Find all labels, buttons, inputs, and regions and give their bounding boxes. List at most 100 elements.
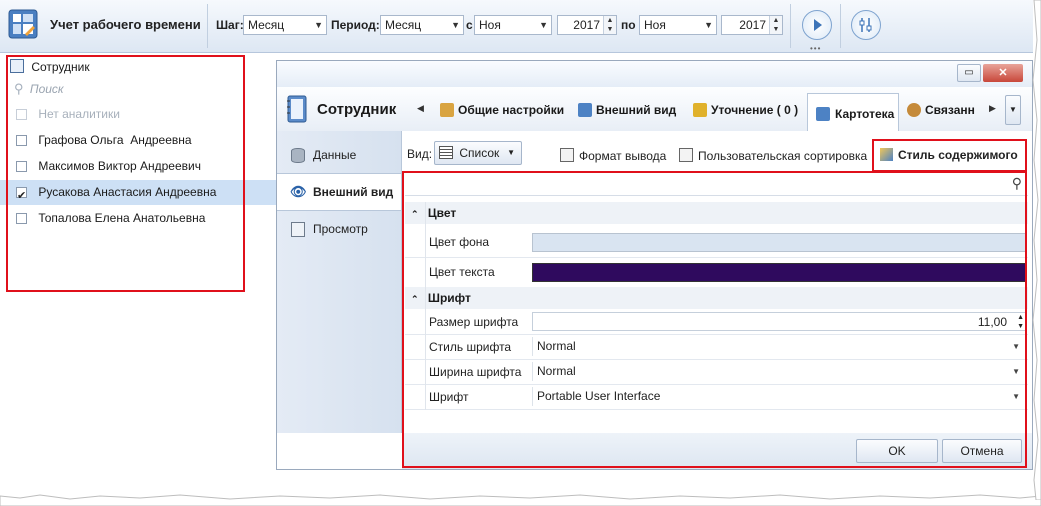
to-year-spinner[interactable]: 2017 ▲ ▼ — [721, 15, 783, 35]
list-item[interactable]: Топалова Елена Анатольевна — [0, 206, 278, 231]
from-month-value: Ноя — [479, 18, 501, 32]
grid-icon — [578, 103, 592, 117]
chevron-down-icon: ▼ — [314, 20, 323, 30]
property-grid-divider — [425, 202, 426, 410]
from-year-spinner[interactable]: 2017 ▲ ▼ — [557, 15, 617, 35]
nav-item-data[interactable]: Данные — [277, 137, 401, 173]
checkbox[interactable] — [16, 213, 27, 225]
text-color-swatch[interactable] — [532, 263, 1026, 282]
tab-label: Общие настройки — [458, 103, 565, 117]
property-label: Цвет фона — [429, 235, 490, 249]
play-button[interactable] — [802, 10, 832, 40]
property-row[interactable]: Цвет текста — [405, 258, 1028, 288]
tab-refinement[interactable]: Уточнение ( 0 ) — [693, 100, 798, 120]
format-icon — [560, 148, 574, 162]
list-view-icon — [439, 146, 453, 159]
employee-panel-header: Сотрудник — [10, 58, 90, 76]
spinner-arrows-icon[interactable]: ▲ ▼ — [1017, 313, 1024, 331]
app-title: Учет рабочего времени — [50, 17, 201, 32]
employee-panel-title: Сотрудник — [31, 60, 90, 74]
nav-item-appearance[interactable]: 👁 Внешний вид — [277, 173, 401, 211]
preview-icon — [291, 222, 305, 237]
tab-scroll-left-icon[interactable]: ◀ — [417, 103, 424, 114]
employee-name: Нет аналитики — [38, 107, 120, 121]
tab-appearance[interactable]: Внешний вид — [578, 100, 676, 120]
sort-icon — [679, 148, 693, 162]
checkbox[interactable] — [16, 109, 27, 121]
collapse-icon: ⌃ — [411, 294, 419, 304]
font-style-select[interactable]: Normal ▼ — [532, 337, 1026, 356]
property-row[interactable]: Ширина шрифта Normal ▼ — [405, 360, 1028, 385]
content-style-button[interactable]: Стиль содержимого — [880, 148, 1018, 162]
select-value: Portable User Interface — [537, 389, 661, 403]
employee-name: Максимов Виктор Андреевич — [38, 159, 201, 173]
step-label: Шаг: — [216, 18, 244, 32]
group-title: Шрифт — [427, 291, 471, 305]
period-select[interactable]: Месяц ▼ — [380, 15, 464, 35]
from-year-value: 2017 — [573, 18, 600, 32]
checkbox[interactable] — [16, 135, 27, 147]
cancel-button[interactable]: Отмена — [942, 439, 1022, 463]
property-row[interactable]: Стиль шрифта Normal ▼ — [405, 335, 1028, 360]
font-family-select[interactable]: Portable User Interface ▼ — [532, 387, 1026, 406]
property-row[interactable]: Шрифт Portable User Interface ▼ — [405, 385, 1028, 410]
toolbar-overflow-dots[interactable]: ••• — [810, 44, 821, 53]
from-label: с — [466, 18, 473, 32]
checkbox[interactable] — [16, 161, 27, 173]
checkbox-checked[interactable] — [16, 184, 27, 209]
period-select-value: Месяц — [385, 18, 422, 32]
close-button[interactable]: ✕ — [983, 64, 1023, 82]
format-output-label: Формат вывода — [579, 149, 667, 163]
property-label: Размер шрифта — [429, 315, 519, 329]
dialog-side-nav: Данные 👁 Внешний вид Просмотр — [277, 131, 402, 433]
property-row[interactable]: Размер шрифта 11,00 ▲ ▼ — [405, 310, 1028, 335]
dialog-titlebar: ▭ ✕ — [277, 61, 1032, 88]
property-row[interactable]: Цвет фона — [405, 227, 1028, 258]
nav-label: Внешний вид — [313, 185, 394, 199]
step-select[interactable]: Месяц ▼ — [243, 15, 327, 35]
notebook-icon — [285, 95, 307, 123]
property-label: Стиль шрифта — [429, 340, 512, 354]
group-header-font[interactable]: ⌃ Шрифт — [405, 287, 1028, 309]
group-title: Цвет — [427, 206, 457, 220]
list-item[interactable]: Графова Ольга Андреевна — [0, 128, 278, 153]
nav-label: Просмотр — [313, 222, 368, 236]
view-select[interactable]: Список ▼ — [434, 141, 522, 165]
sliders-icon — [859, 18, 872, 32]
ok-button[interactable]: OK — [856, 439, 938, 463]
property-grid: ⚲ ⌃ Цвет Цвет фона Цвет текста ⌃ Шрифт Р… — [405, 173, 1028, 431]
tab-label: Уточнение ( 0 ) — [711, 103, 799, 117]
to-month-select[interactable]: Ноя ▼ — [639, 15, 717, 35]
format-output-button[interactable]: Формат вывода — [560, 148, 666, 163]
toolbar-separator — [840, 4, 841, 48]
group-header-color[interactable]: ⌃ Цвет — [405, 202, 1028, 224]
settings-dialog: ▭ ✕ Сотрудник ◀ Общие настройки Внешний … — [276, 60, 1033, 470]
font-width-select[interactable]: Normal ▼ — [532, 362, 1026, 381]
tab-general-settings[interactable]: Общие настройки — [440, 100, 564, 120]
custom-sort-button[interactable]: Пользовательская сортировка — [679, 148, 867, 163]
to-label: по — [621, 18, 636, 32]
list-item[interactable]: Нет аналитики — [0, 102, 278, 127]
list-item-selected[interactable]: Русакова Анастасия Андреевна — [0, 180, 278, 209]
collapse-icon: ⌃ — [411, 209, 419, 219]
tab-label: Картотека — [835, 107, 895, 121]
main-toolbar: Учет рабочего времени Шаг: Месяц ▼ Перио… — [0, 0, 1033, 53]
employee-search[interactable]: ⚲ Поиск — [10, 78, 240, 100]
from-month-select[interactable]: Ноя ▼ — [474, 15, 552, 35]
tab-overflow-button[interactable]: ▼ — [1005, 95, 1021, 125]
tab-label: Внешний вид — [596, 103, 677, 117]
settings-button[interactable] — [851, 10, 881, 40]
spinner-arrows-icon[interactable]: ▲ ▼ — [603, 16, 616, 34]
tab-related[interactable]: Связанн — [907, 100, 975, 120]
property-search-input[interactable]: ⚲ — [405, 173, 1028, 196]
tab-scroll-right-icon[interactable]: ▶ — [989, 103, 996, 114]
toolbar-separator — [207, 4, 208, 48]
tab-card-index-active[interactable]: Картотека — [807, 93, 899, 131]
font-size-spinner[interactable]: 11,00 ▲ ▼ — [532, 312, 1026, 331]
nav-item-preview[interactable]: Просмотр — [277, 211, 401, 247]
spinner-arrows-icon[interactable]: ▲ ▼ — [769, 16, 782, 34]
font-size-value: 11,00 — [977, 315, 1007, 329]
restore-button[interactable]: ▭ — [957, 64, 981, 82]
list-item[interactable]: Максимов Виктор Андреевич — [0, 154, 278, 179]
background-color-swatch[interactable] — [532, 233, 1026, 252]
